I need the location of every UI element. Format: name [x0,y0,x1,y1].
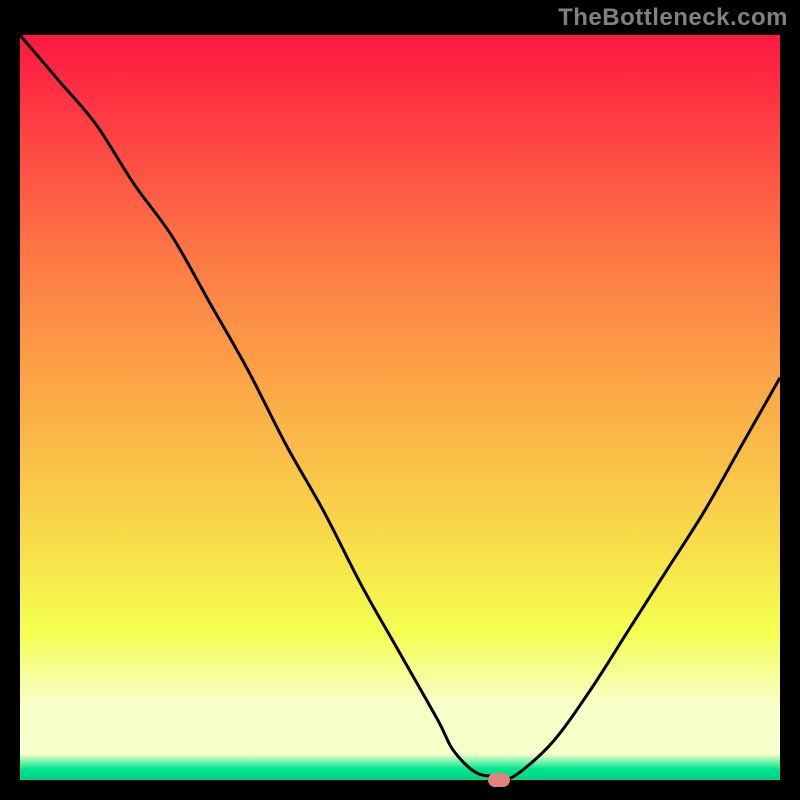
plot-svg [20,35,780,780]
plot-area [20,35,780,780]
chart-container: TheBottleneck.com [0,0,800,800]
gradient-background [20,35,780,780]
attribution-text: TheBottleneck.com [558,4,788,32]
data-marker [488,773,510,787]
